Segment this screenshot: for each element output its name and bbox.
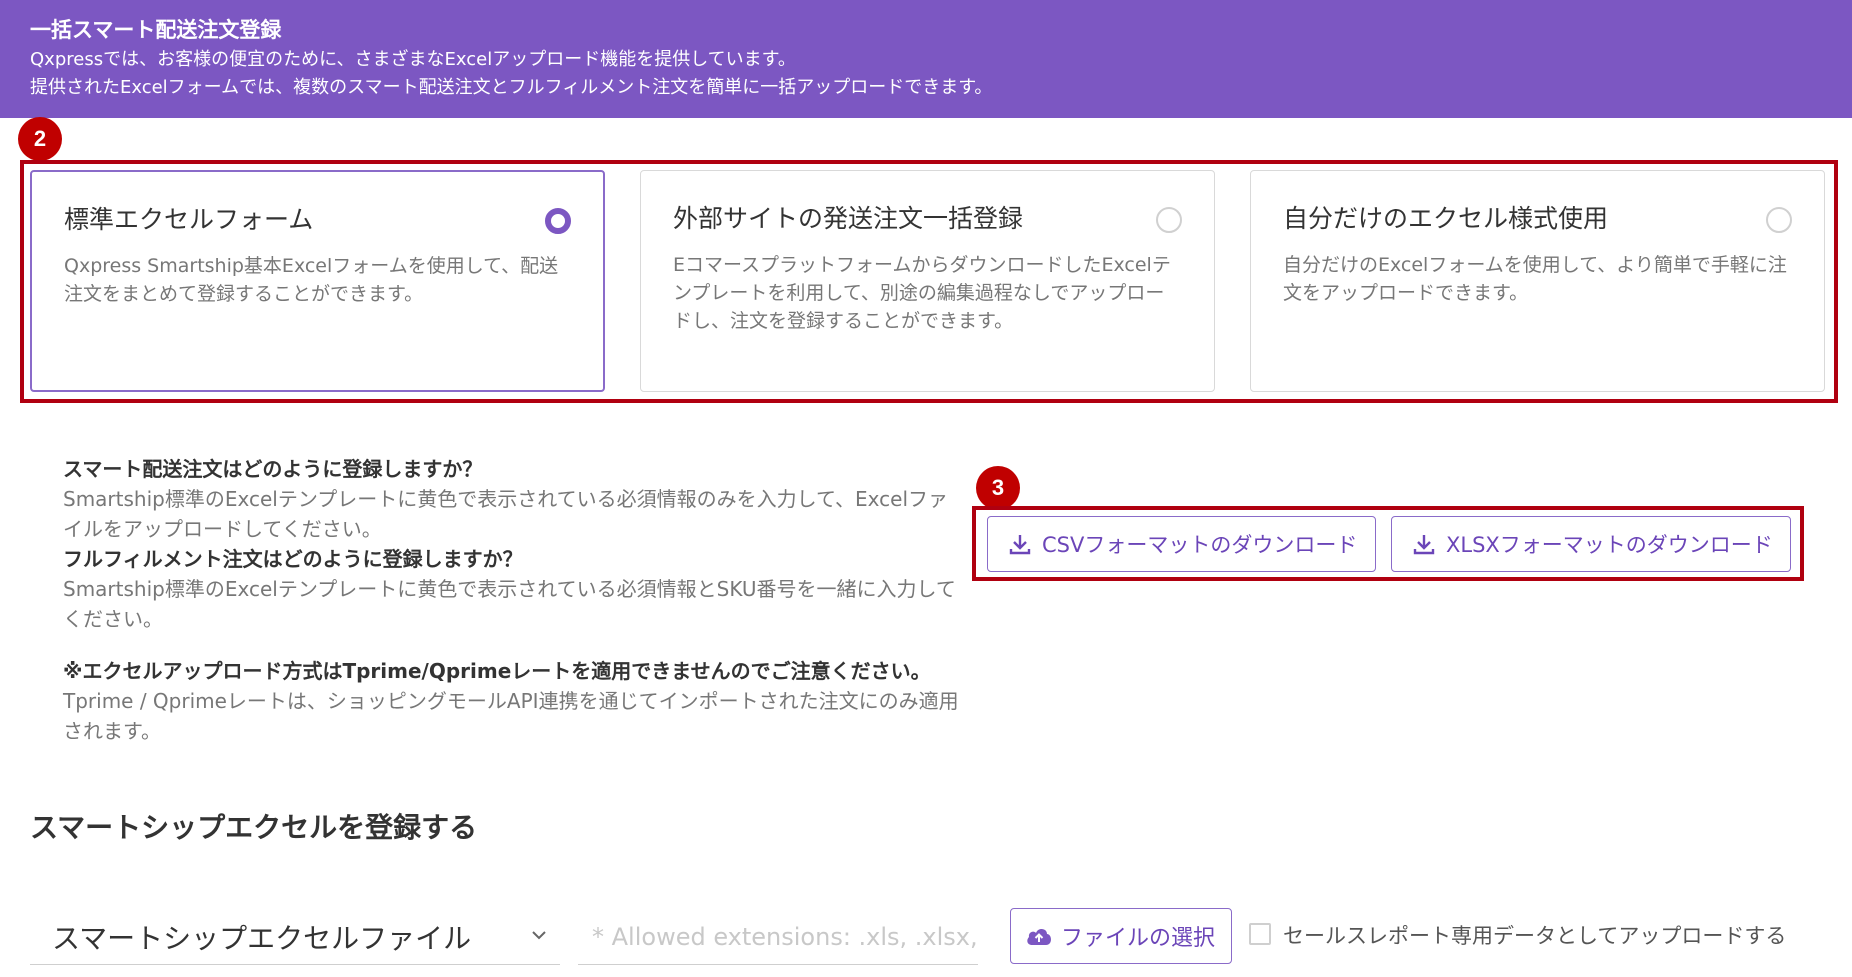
download-icon xyxy=(1413,535,1435,555)
info-note-detail: Tprime / Qprimeレートは、ショッピングモールAPI連携を通じてイン… xyxy=(63,689,959,743)
register-section-title: スマートシップエクセルを登録する xyxy=(30,811,478,844)
radio-standard-excel-form[interactable] xyxy=(545,208,571,234)
radio-external-site-bulk[interactable] xyxy=(1156,207,1182,233)
info-note: ※エクセルアップロード方式はTprime/Qprimeレートを適用できませんので… xyxy=(63,659,931,683)
annotation-badge-2: 2 xyxy=(18,117,62,161)
csv-download-label: CSVフォーマットのダウンロード xyxy=(1042,533,1358,557)
banner-title: 一括スマート配送注文登録 xyxy=(30,18,282,42)
card-title: 外部サイトの発送注文一括登録 xyxy=(673,204,1024,233)
card-title: 自分だけのエクセル様式使用 xyxy=(1283,204,1609,233)
sales-report-checkbox[interactable] xyxy=(1249,923,1271,945)
banner-line-1: Qxpressでは、お客様の便宜のために、さまざまなExcelアップロード機能を… xyxy=(30,49,796,70)
file-path-input[interactable] xyxy=(578,910,978,965)
info-answer-1: Smartship標準のExcelテンプレートに黄色で表示されている必須情報のみ… xyxy=(63,487,949,541)
info-question-2: フルフィルメント注文はどのように登録しますか？ xyxy=(63,547,523,571)
excel-type-select-value: スマートシップエクセルファイル xyxy=(52,922,472,955)
info-answer-2: Smartship標準のExcelテンプレートに黄色で表示されている必須情報とS… xyxy=(63,577,956,631)
card-description: Qxpress Smartship基本Excelフォームを使用して、配送注文をま… xyxy=(64,255,559,305)
annotation-badge-3: 3 xyxy=(976,466,1020,510)
csv-download-button[interactable]: CSVフォーマットのダウンロード xyxy=(987,516,1376,572)
excel-type-select[interactable]: スマートシップエクセルファイル xyxy=(30,910,560,965)
card-custom-excel-form[interactable]: 自分だけのエクセル様式使用 自分だけのExcelフォームを使用して、より簡単で手… xyxy=(1250,170,1825,392)
cloud-upload-icon xyxy=(1027,928,1051,945)
xlsx-download-button[interactable]: XLSXフォーマットのダウンロード xyxy=(1391,516,1791,572)
card-title: 標準エクセルフォーム xyxy=(64,205,314,234)
banner-line-2: 提供されたExcelフォームでは、複数のスマート配送注文とフルフィルメント注文を… xyxy=(30,77,993,98)
header-banner: 一括スマート配送注文登録 Qxpressでは、お客様の便宜のために、さまざまなE… xyxy=(0,0,1852,118)
info-section: スマート配送注文はどのように登録しますか？ Smartship標準のExcelテ… xyxy=(63,454,963,746)
card-external-site-bulk[interactable]: 外部サイトの発送注文一括登録 EコマースプラットフォームからダウンロードしたEx… xyxy=(640,170,1215,392)
card-standard-excel-form[interactable]: 標準エクセルフォーム Qxpress Smartship基本Excelフォームを… xyxy=(30,170,605,392)
choose-file-label: ファイルの選択 xyxy=(1061,926,1216,951)
choose-file-button[interactable]: ファイルの選択 xyxy=(1010,908,1232,964)
chevron-down-icon xyxy=(532,931,546,940)
xlsx-download-label: XLSXフォーマットのダウンロード xyxy=(1446,533,1773,557)
sales-report-checkbox-label: セールスレポート専用データとしてアップロードする xyxy=(1283,924,1787,948)
card-description: EコマースプラットフォームからダウンロードしたExcelテンプレートを利用して、… xyxy=(673,254,1171,332)
card-description: 自分だけのExcelフォームを使用して、より簡単で手軽に注文をアップロードできま… xyxy=(1283,254,1787,304)
info-question-1: スマート配送注文はどのように登録しますか？ xyxy=(63,457,483,481)
download-icon xyxy=(1009,535,1031,555)
radio-custom-excel-form[interactable] xyxy=(1766,207,1792,233)
